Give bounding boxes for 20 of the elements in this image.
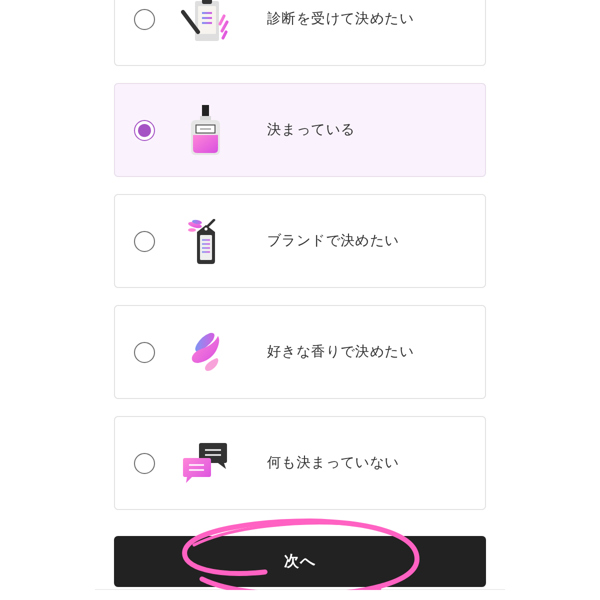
radio-button[interactable] [134,452,155,474]
option-card[interactable]: 好きな香りで決めたい [114,305,486,399]
option-label: 決まっている [267,121,356,139]
option-card[interactable]: ブランドで決めたい [114,194,486,288]
chat-bubbles-icon [183,443,227,483]
radio-button[interactable] [134,120,155,140]
radio-button[interactable] [134,230,155,252]
option-card[interactable]: 何も決まっていない [114,416,486,510]
option-card[interactable]: 決まっている [114,83,486,177]
perfume-bottle-icon [190,105,220,155]
option-label: 何も決まっていない [267,454,400,472]
option-label: 好きな香りで決めたい [267,343,414,361]
next-button[interactable]: 次へ [114,536,486,587]
option-card[interactable]: 診断を受けて決めたい [114,0,486,66]
radio-button[interactable] [134,342,155,362]
paint-strokes-icon [190,332,220,372]
option-label: ブランドで決めたい [267,232,400,250]
option-label: 診断を受けて決めたい [267,10,414,28]
clipboard-icon [181,0,229,42]
radio-button[interactable] [134,8,155,30]
